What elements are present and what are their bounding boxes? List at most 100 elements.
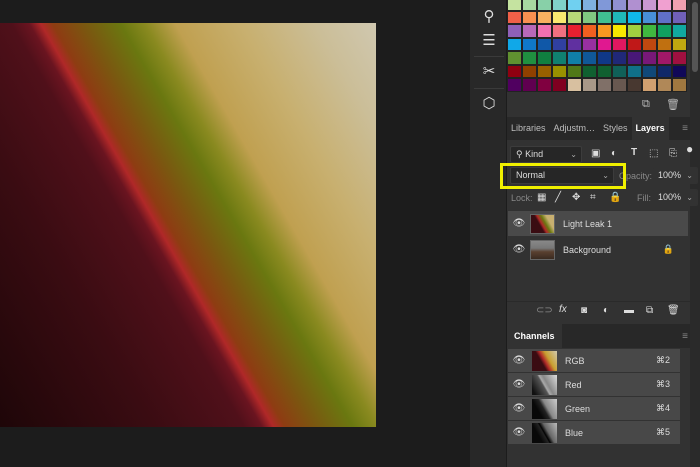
color-swatch[interactable]: [567, 78, 582, 92]
color-swatch[interactable]: [567, 10, 582, 24]
color-swatch[interactable]: [582, 24, 597, 38]
color-swatch[interactable]: [657, 24, 672, 38]
color-swatch[interactable]: [612, 24, 627, 38]
shape-filter-icon[interactable]: ⬚: [649, 148, 658, 159]
color-swatch[interactable]: [537, 78, 552, 92]
channel-row-rgb[interactable]: 👁 RGB ⌘2: [508, 349, 680, 372]
eye-icon[interactable]: 👁: [508, 427, 530, 438]
color-swatch[interactable]: [597, 0, 612, 11]
color-swatch[interactable]: [552, 10, 567, 24]
3d-cube-icon[interactable]: ⬡: [472, 90, 506, 116]
color-swatch[interactable]: [612, 37, 627, 51]
color-swatch[interactable]: [672, 10, 687, 24]
color-swatch[interactable]: [507, 0, 522, 11]
color-swatch[interactable]: [597, 10, 612, 24]
color-swatch[interactable]: [642, 51, 657, 65]
color-swatch[interactable]: [612, 78, 627, 92]
color-swatch[interactable]: [597, 37, 612, 51]
color-swatch[interactable]: [582, 51, 597, 65]
color-swatch[interactable]: [582, 64, 597, 78]
color-swatch[interactable]: [552, 24, 567, 38]
color-swatch[interactable]: [642, 78, 657, 92]
panel-menu-icon[interactable]: ≡: [682, 123, 688, 134]
type-filter-icon[interactable]: T: [631, 147, 637, 158]
mask-icon[interactable]: ◙: [581, 305, 587, 316]
pixel-filter-icon[interactable]: ▣: [591, 148, 600, 159]
color-swatch[interactable]: [522, 51, 537, 65]
color-swatch[interactable]: [537, 10, 552, 24]
color-swatch[interactable]: [627, 64, 642, 78]
color-swatch[interactable]: [552, 0, 567, 11]
color-swatch[interactable]: [522, 78, 537, 92]
color-swatch[interactable]: [627, 78, 642, 92]
eye-icon[interactable]: 👁: [508, 244, 530, 255]
brushes-icon[interactable]: ⚲: [472, 3, 506, 29]
color-swatch[interactable]: [567, 64, 582, 78]
color-swatch[interactable]: [567, 37, 582, 51]
color-swatch[interactable]: [552, 37, 567, 51]
color-swatch[interactable]: [537, 0, 552, 11]
new-layer-icon[interactable]: ⧉: [646, 305, 653, 316]
channel-row-blue[interactable]: 👁 Blue ⌘5: [508, 421, 680, 444]
tab-libraries[interactable]: Libraries: [507, 117, 550, 140]
color-swatch[interactable]: [552, 51, 567, 65]
color-swatch[interactable]: [597, 64, 612, 78]
color-swatch[interactable]: [612, 51, 627, 65]
layer-row[interactable]: 👁 Light Leak 1: [508, 211, 688, 236]
color-swatch[interactable]: [537, 24, 552, 38]
color-swatch[interactable]: [627, 51, 642, 65]
filter-toggle[interactable]: ●: [686, 142, 693, 156]
color-swatch[interactable]: [627, 10, 642, 24]
color-swatch[interactable]: [672, 51, 687, 65]
color-swatch[interactable]: [507, 37, 522, 51]
filter-kind-select[interactable]: ⚲ Kind ⌄: [510, 146, 582, 163]
lock-image-brush-icon[interactable]: ╱: [555, 192, 561, 203]
color-swatch[interactable]: [657, 64, 672, 78]
color-swatch[interactable]: [522, 10, 537, 24]
tab-channels[interactable]: Channels: [507, 324, 562, 348]
color-swatch[interactable]: [657, 0, 672, 11]
color-swatch[interactable]: [522, 24, 537, 38]
fill-field[interactable]: 100% ⌄: [652, 189, 698, 206]
color-swatch[interactable]: [657, 37, 672, 51]
color-swatch[interactable]: [627, 24, 642, 38]
trash-icon[interactable]: 🗑: [667, 305, 680, 316]
adjustment-layer-icon[interactable]: ◐: [603, 305, 609, 316]
color-swatch[interactable]: [657, 51, 672, 65]
color-swatch[interactable]: [522, 64, 537, 78]
color-swatch[interactable]: [672, 24, 687, 38]
color-swatch[interactable]: [627, 0, 642, 11]
color-swatch[interactable]: [642, 37, 657, 51]
color-swatch[interactable]: [567, 51, 582, 65]
color-swatch[interactable]: [672, 0, 687, 11]
link-icon[interactable]: ⊂⊃: [536, 305, 553, 316]
trash-icon[interactable]: 🗑: [666, 98, 680, 111]
color-swatch[interactable]: [642, 10, 657, 24]
color-swatch[interactable]: [597, 51, 612, 65]
color-swatch[interactable]: [507, 78, 522, 92]
color-swatch[interactable]: [582, 37, 597, 51]
color-swatch[interactable]: [537, 37, 552, 51]
color-swatch[interactable]: [657, 78, 672, 92]
tab-layers[interactable]: Layers: [631, 117, 669, 140]
tab-adjustments[interactable]: Adjustm…: [550, 117, 600, 140]
color-swatch[interactable]: [597, 24, 612, 38]
opacity-field[interactable]: 100% ⌄: [652, 167, 698, 184]
color-swatch[interactable]: [552, 64, 567, 78]
color-swatch[interactable]: [627, 37, 642, 51]
panel-menu-icon[interactable]: ≡: [682, 331, 688, 342]
color-swatch[interactable]: [612, 10, 627, 24]
eye-icon[interactable]: 👁: [508, 403, 530, 414]
color-swatch[interactable]: [642, 64, 657, 78]
color-swatch[interactable]: [642, 0, 657, 11]
color-swatch[interactable]: [642, 24, 657, 38]
color-swatch[interactable]: [552, 78, 567, 92]
color-swatch[interactable]: [567, 0, 582, 11]
color-swatch[interactable]: [672, 64, 687, 78]
color-swatch[interactable]: [597, 78, 612, 92]
color-swatch[interactable]: [507, 64, 522, 78]
smart-object-filter-icon[interactable]: ⎘: [669, 148, 677, 159]
color-swatch[interactable]: [657, 10, 672, 24]
color-swatch[interactable]: [522, 37, 537, 51]
fx-icon[interactable]: fx: [559, 304, 567, 315]
